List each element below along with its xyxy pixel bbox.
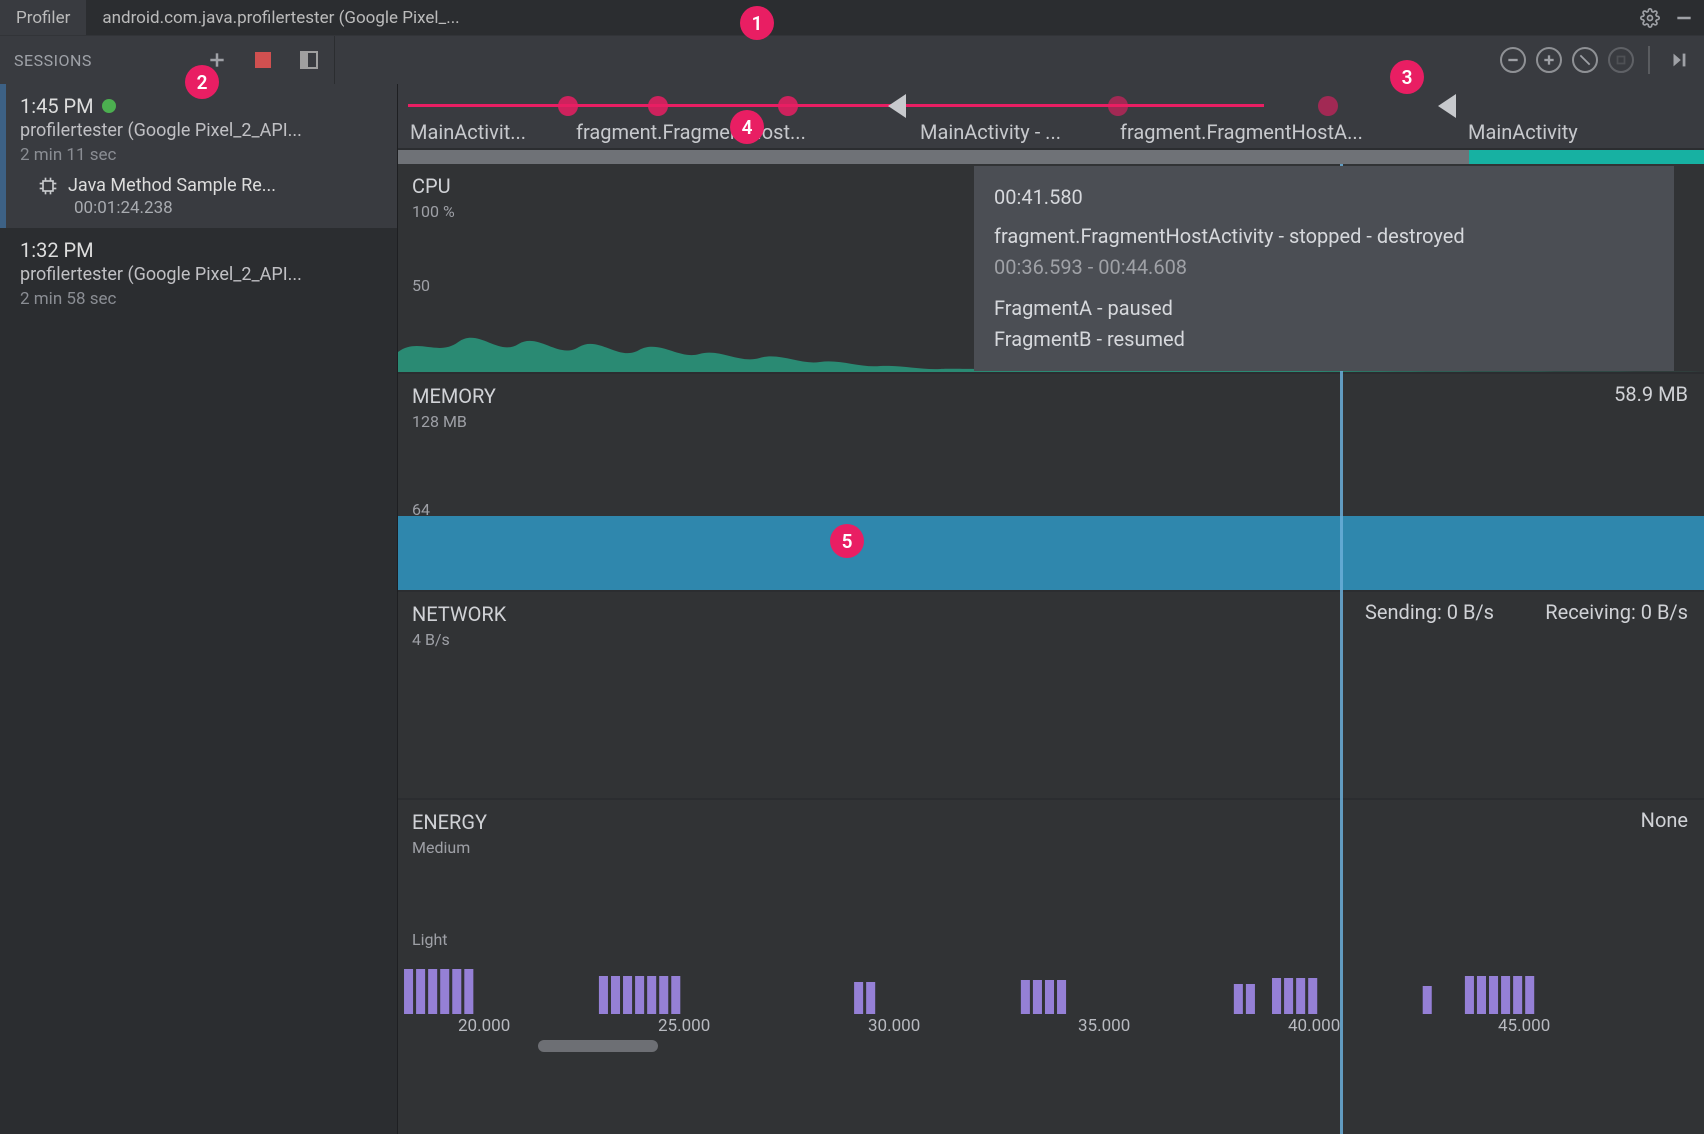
- go-live-button[interactable]: [1664, 45, 1694, 75]
- axis-label: Medium: [398, 838, 1704, 857]
- activity-label: fragment.FragmentHost...: [576, 120, 806, 144]
- process-tab[interactable]: android.com.java.profilertester (Google …: [86, 0, 475, 35]
- time-tick: 25.000: [658, 1016, 710, 1036]
- live-indicator-icon: [102, 99, 116, 113]
- axis-label: 4 B/s: [398, 630, 1704, 649]
- zoom-out-button[interactable]: [1500, 47, 1526, 73]
- session-item[interactable]: 1:32 PM profilertester (Google Pixel_2_A…: [0, 228, 397, 319]
- time-tick: 45.000: [1498, 1016, 1550, 1036]
- chart-title: NETWORK: [398, 602, 1704, 626]
- lifecycle-dot-icon: [648, 96, 668, 116]
- cpu-chip-icon: [38, 176, 58, 196]
- time-tick: 40.000: [1288, 1016, 1340, 1036]
- recording-item[interactable]: Java Method Sample Re...: [20, 175, 381, 196]
- energy-bars-icon: [398, 954, 1704, 1014]
- callout-5: 5: [830, 524, 864, 558]
- time-axis[interactable]: 20.000 25.000 30.000 35.000 40.000 45.00…: [398, 1014, 1704, 1054]
- profiler-tab[interactable]: Profiler: [0, 0, 86, 35]
- callout-3: 3: [1390, 60, 1424, 94]
- activity-label: MainActivity - ...: [920, 120, 1061, 144]
- tooltip-line: FragmentA - paused: [994, 293, 1654, 324]
- back-triangle-icon: [1438, 94, 1456, 118]
- minimize-icon[interactable]: [1670, 4, 1698, 32]
- tooltip-range: 00:36.593 - 00:44.608: [994, 252, 1654, 283]
- hover-tooltip: 00:41.580 fragment.FragmentHostActivity …: [974, 166, 1674, 371]
- session-time: 1:32 PM: [20, 238, 381, 262]
- sessions-heading: SESSIONS: [0, 51, 92, 70]
- axis-label: 50: [398, 276, 430, 295]
- activity-lane[interactable]: MainActivit... fragment.FragmentHost... …: [398, 84, 1704, 150]
- lifecycle-dot-icon: [1108, 96, 1128, 116]
- callout-4: 4: [730, 110, 764, 144]
- zoom-in-button[interactable]: [1536, 47, 1562, 73]
- tooltip-line: fragment.FragmentHostActivity - stopped …: [994, 221, 1654, 252]
- memory-area-icon: [398, 516, 1704, 590]
- sessions-toolbar: SESSIONS: [0, 36, 1704, 84]
- activity-label: fragment.FragmentHostA...: [1120, 120, 1363, 144]
- profiler-timeline: MainActivit... fragment.FragmentHost... …: [398, 84, 1704, 1134]
- time-tick: 30.000: [868, 1016, 920, 1036]
- session-name: profilertester (Google Pixel_2_API...: [20, 120, 381, 141]
- chart-title: MEMORY: [398, 384, 1704, 408]
- time-tick: 35.000: [1078, 1016, 1130, 1036]
- mini-timeline[interactable]: [398, 150, 1704, 164]
- settings-gear-icon[interactable]: [1636, 4, 1664, 32]
- sessions-sidebar: 1:45 PM profilertester (Google Pixel_2_A…: [0, 84, 398, 1134]
- time-tick: 20.000: [458, 1016, 510, 1036]
- axis-label: Light: [398, 930, 448, 949]
- chart-value: 58.9 MB: [1614, 382, 1688, 406]
- horizontal-scrollbar[interactable]: [538, 1040, 658, 1052]
- activity-label: MainActivity: [1468, 120, 1578, 144]
- tooltip-line: FragmentB - resumed: [994, 324, 1654, 355]
- memory-chart[interactable]: MEMORY 58.9 MB 128 MB 64: [398, 374, 1704, 592]
- zoom-fit-button[interactable]: [1608, 47, 1634, 73]
- session-name: profilertester (Google Pixel_2_API...: [20, 264, 381, 285]
- network-chart[interactable]: NETWORK Sending: 0 B/s Receiving: 0 B/s …: [398, 592, 1704, 800]
- callout-2: 2: [185, 65, 219, 99]
- recording-label: Java Method Sample Re...: [68, 175, 276, 196]
- tooltip-timestamp: 00:41.580: [994, 182, 1654, 213]
- lifecycle-dot-icon: [1318, 96, 1338, 116]
- chart-title: ENERGY: [398, 810, 1704, 834]
- chart-value: None: [1641, 808, 1688, 832]
- callout-1: 1: [740, 6, 774, 40]
- lifecycle-dot-icon: [558, 96, 578, 116]
- lifecycle-dot-icon: [778, 96, 798, 116]
- network-sending: Sending: 0 B/s: [1365, 600, 1494, 624]
- session-duration: 2 min 58 sec: [20, 289, 381, 309]
- session-item[interactable]: 1:45 PM profilertester (Google Pixel_2_A…: [0, 84, 397, 228]
- title-bar: Profiler android.com.java.profilertester…: [0, 0, 1704, 36]
- axis-label: 128 MB: [398, 412, 1704, 431]
- stop-button[interactable]: [248, 45, 278, 75]
- panel-toggle-button[interactable]: [294, 45, 324, 75]
- back-triangle-icon: [888, 94, 906, 118]
- session-duration: 2 min 11 sec: [20, 145, 381, 165]
- reset-zoom-button[interactable]: [1572, 47, 1598, 73]
- activity-label: MainActivit...: [410, 120, 526, 144]
- energy-chart[interactable]: ENERGY None Medium Light: [398, 800, 1704, 1014]
- recording-time: 00:01:24.238: [20, 198, 381, 218]
- network-receiving: Receiving: 0 B/s: [1545, 600, 1688, 624]
